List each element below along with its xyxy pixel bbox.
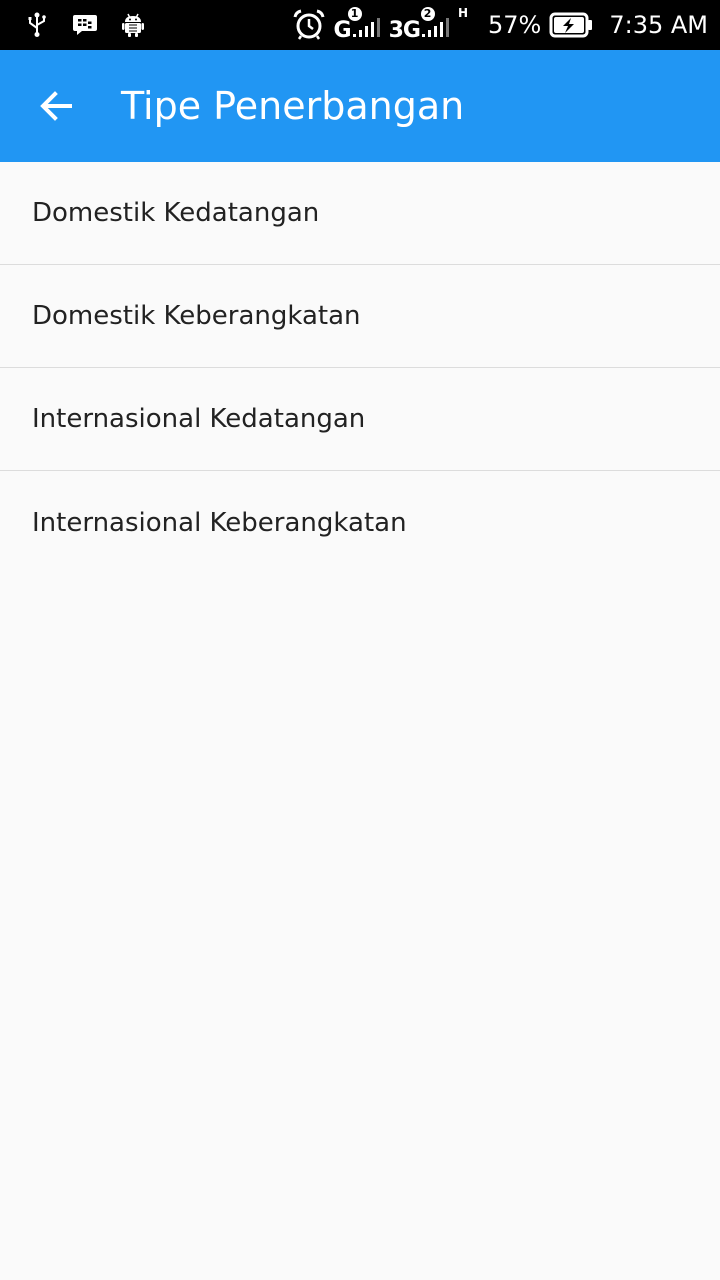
list-item-domestik-keberangkatan[interactable]: Domestik Keberangkatan — [0, 265, 720, 368]
android-debug-icon — [120, 12, 146, 38]
app-bar: Tipe Penerbangan — [0, 50, 720, 162]
back-button[interactable] — [28, 78, 84, 134]
sim1-signal: G 1 — [334, 7, 381, 43]
status-bar: G 1 3G 2 H 57% 7:35 AM — [0, 0, 720, 50]
data-type-indicator: H — [457, 6, 468, 20]
list-item-internasional-kedatangan[interactable]: Internasional Kedatangan — [0, 368, 720, 471]
alarm-icon — [292, 9, 326, 41]
sim2-network-type: 3G — [388, 18, 421, 43]
battery-charging-icon — [549, 12, 593, 38]
list-item-internasional-keberangkatan[interactable]: Internasional Keberangkatan — [0, 471, 720, 574]
flight-type-list: Domestik Kedatangan Domestik Keberangkat… — [0, 162, 720, 574]
sim1-slot-badge: 1 — [347, 7, 362, 21]
notification-icons — [0, 0, 146, 50]
sim2-slot-badge: 2 — [420, 7, 435, 21]
sim1-network-type: G — [333, 18, 352, 43]
clock: 7:35 AM — [609, 11, 708, 39]
system-indicators: G 1 3G 2 H 57% 7:35 AM — [292, 0, 708, 50]
bbm-icon — [72, 12, 98, 38]
arrow-left-icon — [40, 91, 72, 121]
sim2-signal: 3G 2 — [389, 7, 450, 43]
list-item-domestik-kedatangan[interactable]: Domestik Kedatangan — [0, 162, 720, 265]
page-title: Tipe Penerbangan — [121, 84, 465, 128]
usb-icon — [24, 12, 50, 38]
battery-percent: 57% — [488, 11, 542, 39]
